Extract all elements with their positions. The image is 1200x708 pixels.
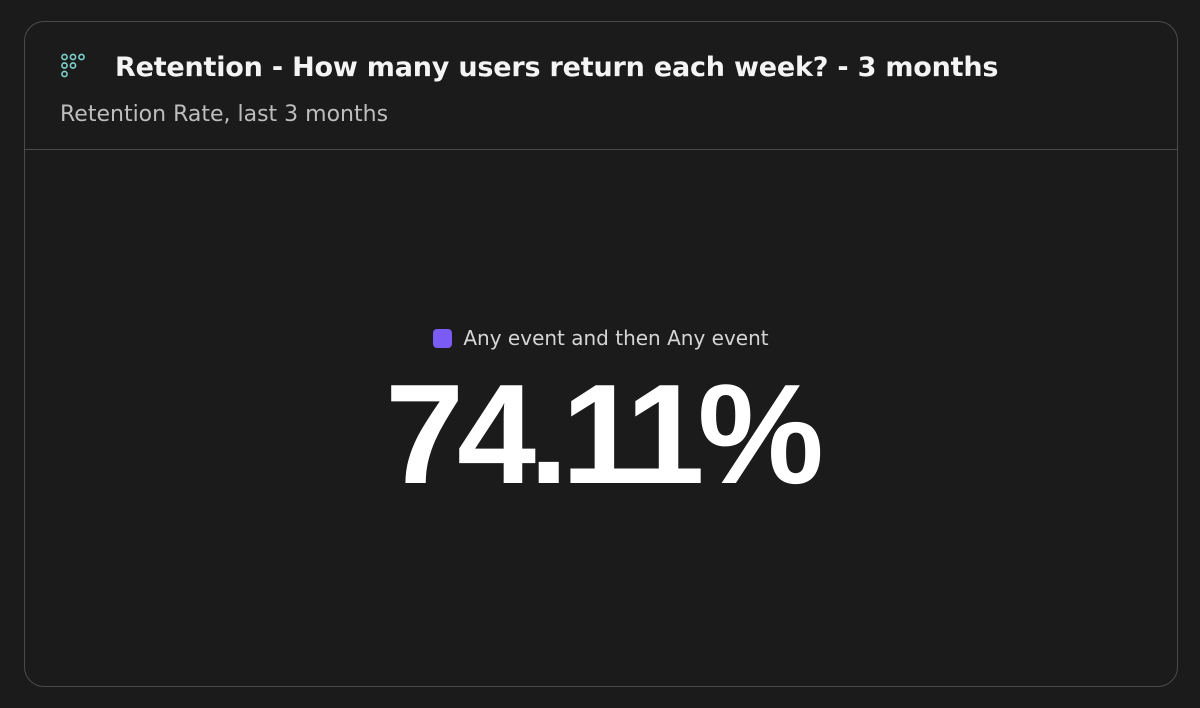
- metric-value: 74.11%: [385, 355, 824, 514]
- card-header: Retention - How many users return each w…: [25, 22, 1177, 150]
- metric-block: Any event and then Any event 74.11%: [25, 322, 1177, 510]
- card-title[interactable]: Retention - How many users return each w…: [115, 52, 998, 83]
- legend-label: Any event and then Any event: [463, 326, 769, 350]
- legend-swatch: [433, 328, 453, 348]
- card-subtitle: Retention Rate, last 3 months: [60, 102, 389, 127]
- metric-legend: Any event and then Any event: [433, 322, 769, 354]
- retention-card: Retention - How many users return each w…: [24, 21, 1178, 687]
- title-row: Retention - How many users return each w…: [60, 52, 998, 83]
- retention-grid-icon: [61, 53, 85, 78]
